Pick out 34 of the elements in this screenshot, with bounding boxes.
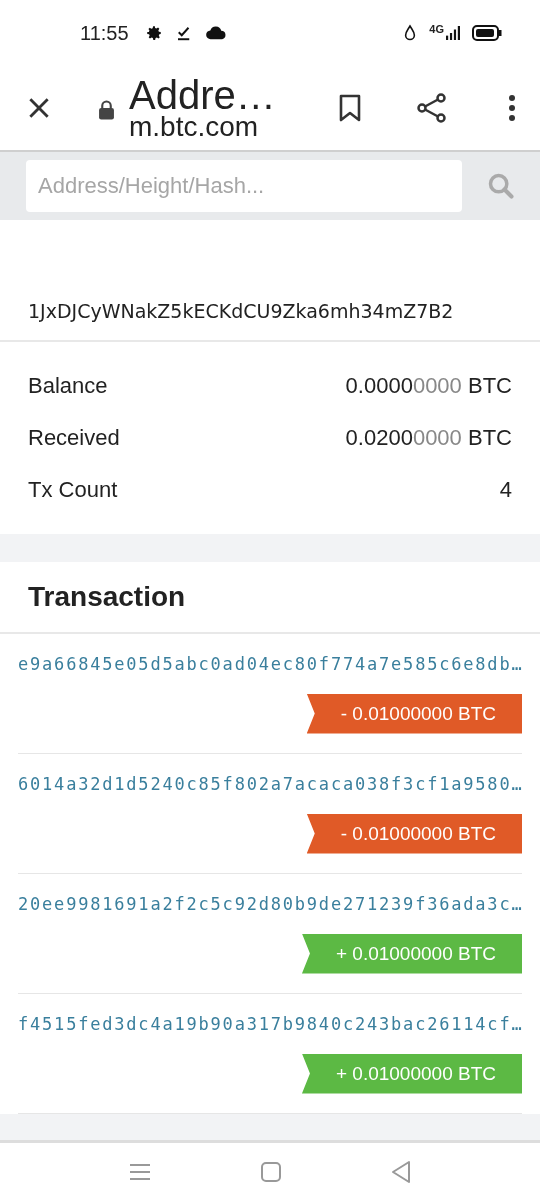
cloud-icon — [204, 26, 227, 40]
address-text: 1JxDJCyWNakZ5kECKdCU9Zka6mh34mZ7B2 — [28, 300, 454, 322]
stat-value: 0.02000000 BTC — [345, 425, 512, 451]
network-label: 4G — [429, 23, 444, 35]
more-icon — [508, 94, 516, 122]
gear-icon — [144, 24, 163, 42]
amount-badge: - 0.01000000 BTC — [306, 693, 522, 734]
amount-badge: + 0.01000000 BTC — [301, 1053, 522, 1094]
stat-label: Tx Count — [28, 477, 118, 503]
triangle-icon — [390, 1159, 412, 1184]
transaction-hash-link[interactable]: f4515fed3dc4a19b90a317b9840c243bac26114cf… — [18, 1013, 522, 1034]
amount-badge: + 0.01000000 BTC — [301, 933, 522, 974]
section-title: Transaction — [28, 581, 186, 613]
bookmark-icon — [338, 94, 362, 122]
share-icon — [416, 92, 448, 124]
transaction-hash-link[interactable]: e9a66845e05d5abc0ad04ec80f774a7e585c6e8db… — [18, 653, 522, 674]
stat-value: 0.00000000 BTC — [345, 373, 512, 399]
transaction-hash-link[interactable]: 20ee9981691a2f2c5c92d80b9de271239f36ada3c… — [18, 893, 522, 914]
stat-label: Received — [28, 425, 120, 451]
search-field[interactable]: Address/Height/Hash... — [26, 160, 462, 212]
drop-icon — [403, 24, 418, 42]
stat-value: 4 — [499, 477, 512, 503]
page-title: Addre… — [129, 75, 277, 115]
transaction-hash-link[interactable]: 6014a32d1d5240c85f802a7acaca038f3cf1a9580… — [18, 773, 522, 794]
lock-icon — [98, 99, 115, 121]
stat-label: Balance — [28, 373, 108, 399]
status-time: 11:55 — [80, 21, 129, 45]
menu-icon — [128, 1161, 152, 1182]
square-icon — [260, 1160, 282, 1183]
signal-icon — [446, 25, 460, 41]
amount-badge: - 0.01000000 BTC — [306, 813, 522, 854]
page-url: m.btc.com — [129, 113, 260, 141]
battery-icon — [472, 25, 502, 41]
search-icon — [487, 172, 515, 200]
